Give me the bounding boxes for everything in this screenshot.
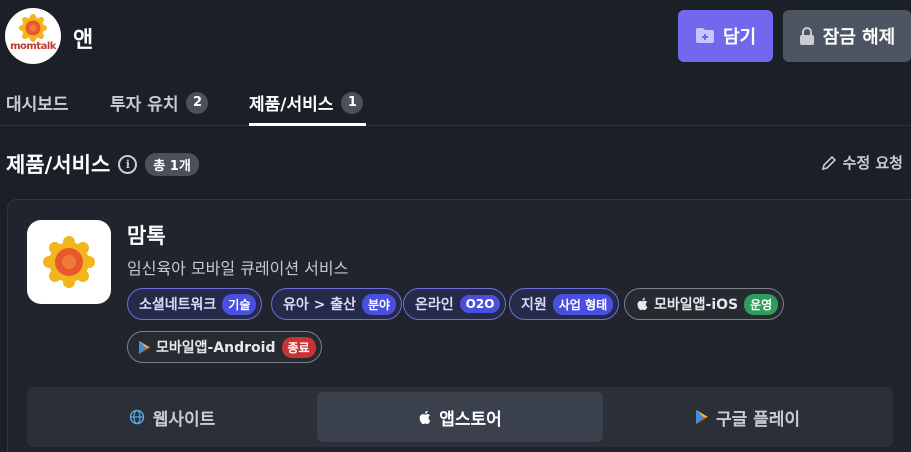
pencil-icon (821, 155, 836, 170)
app-header: momtalk 앤 담기 잠금 해제 (0, 0, 911, 72)
google-play-icon (139, 340, 150, 354)
tab-label: 제품/서비스 (249, 95, 334, 115)
apple-icon (637, 297, 648, 311)
sun-app-icon (43, 236, 95, 288)
globe-icon (129, 409, 144, 425)
save-button-label: 담기 (722, 27, 757, 48)
logo-wordmark: momtalk (10, 41, 56, 52)
google-play-link-label: 구글 플레이 (715, 409, 801, 430)
unlock-button-label: 잠금 해제 (822, 27, 896, 48)
active-tab-indicator (249, 123, 366, 126)
edit-request-label: 수정 요청 (842, 154, 903, 172)
chip-category-badge: 기술 (222, 293, 257, 315)
unlock-button[interactable]: 잠금 해제 (783, 10, 911, 62)
chip-label: 모바일앱-iOS (654, 297, 739, 313)
google-play-icon (696, 410, 708, 424)
sun-logo-icon (19, 14, 47, 42)
website-link-label: 웹사이트 (152, 409, 216, 430)
lock-icon (799, 27, 814, 45)
tab-count-badge: 2 (186, 91, 209, 114)
product-name: 맘톡 (127, 224, 166, 248)
info-icon[interactable]: i (118, 154, 138, 174)
tab-dashboard[interactable]: 대시보드 (6, 90, 69, 115)
chip-label: 지원 (521, 297, 547, 313)
app-store-link[interactable]: 앱스토어 (317, 392, 603, 442)
folder-plus-icon (695, 28, 714, 43)
app-store-link-label: 앱스토어 (439, 409, 502, 430)
chip-label: 소셜네트워크 (139, 297, 217, 313)
chip-status-badge: 운영 (744, 293, 779, 315)
tag-chip-business-type[interactable]: 지원 사업 형태 (509, 288, 620, 320)
edit-request-button[interactable]: 수정 요청 (821, 152, 903, 173)
store-link-bar: 웹사이트 앱스토어 구글 플레이 (27, 387, 893, 447)
apple-icon (419, 410, 431, 424)
website-link[interactable]: 웹사이트 (27, 392, 317, 442)
section-title: 제품/서비스 (6, 153, 111, 177)
product-app-icon (27, 220, 111, 304)
section-header: 제품/서비스 i 총 1개 (6, 149, 199, 179)
chip-category-badge: O2O (459, 295, 501, 313)
tab-label: 투자 유치 (110, 95, 179, 115)
tag-chip-field[interactable]: 유아 > 출산 분야 (271, 288, 403, 320)
chip-label: 유아 > 출산 (283, 297, 356, 313)
chip-category-badge: 사업 형태 (552, 293, 614, 315)
company-logo: momtalk (5, 8, 61, 64)
platform-chip-ios[interactable]: 모바일앱-iOS 운영 (624, 288, 785, 320)
chip-label: 온라인 (415, 297, 454, 313)
total-count-badge: 총 1개 (145, 152, 199, 176)
tab-bar: 대시보드 투자 유치 2 제품/서비스 1 (0, 76, 911, 126)
tab-label: 대시보드 (6, 95, 69, 115)
chip-label: 모바일앱-Android (156, 340, 276, 356)
platform-chip-android[interactable]: 모바일앱-Android 종료 (127, 331, 322, 363)
company-name: 앤 (73, 28, 94, 53)
product-description: 임신육아 모바일 큐레이션 서비스 (127, 259, 349, 278)
chip-status-badge: 종료 (281, 336, 316, 358)
tag-chip-technology[interactable]: 소셜네트워크 기술 (127, 288, 263, 320)
tag-chip-online[interactable]: 온라인 O2O (403, 288, 507, 320)
google-play-link[interactable]: 구글 플레이 (603, 392, 893, 442)
tab-investment[interactable]: 투자 유치 2 (110, 90, 209, 115)
chip-category-badge: 분야 (362, 293, 397, 315)
tab-products[interactable]: 제품/서비스 1 (249, 90, 364, 115)
save-button[interactable]: 담기 (678, 10, 773, 62)
tab-count-badge: 1 (341, 91, 364, 114)
